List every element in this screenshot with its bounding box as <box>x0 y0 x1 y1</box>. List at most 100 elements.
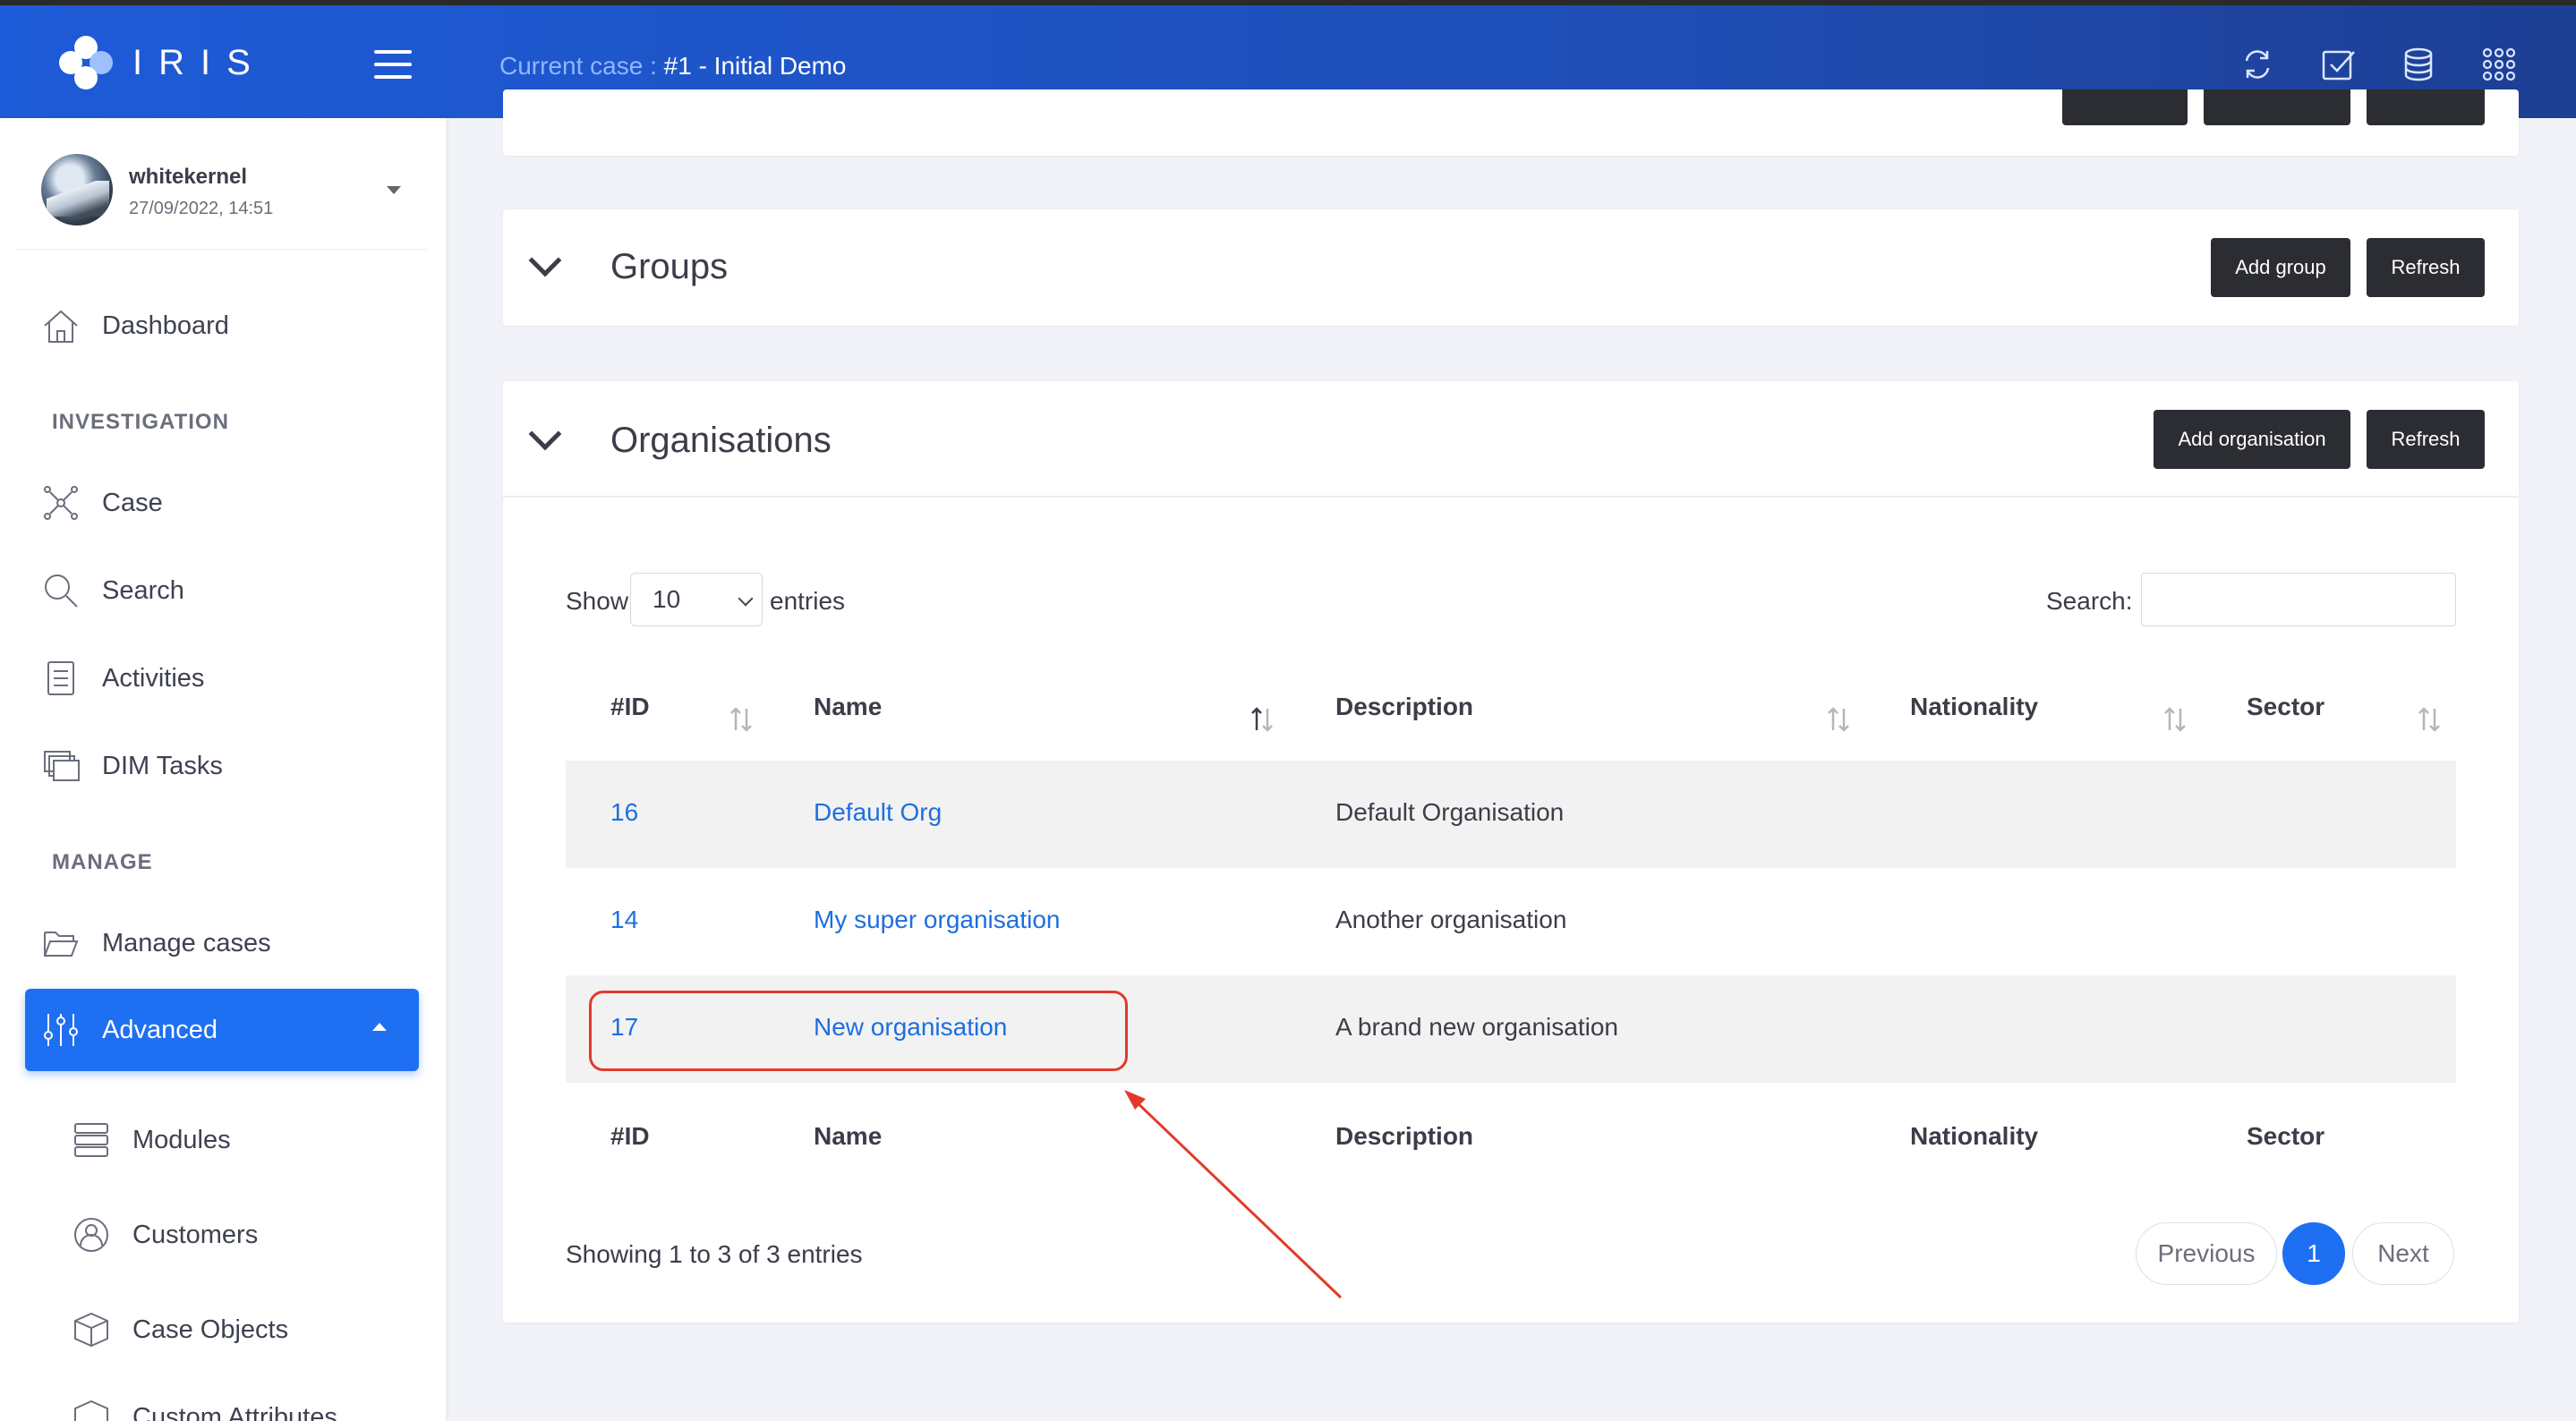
collapse-chevron-icon[interactable] <box>528 243 562 277</box>
column-footer-name: Name <box>814 1122 883 1150</box>
previous-card-button[interactable] <box>2204 89 2350 125</box>
box-icon <box>74 1312 108 1348</box>
refresh-organisations-button[interactable]: Refresh <box>2367 410 2485 469</box>
tags-icon <box>74 1400 108 1421</box>
highlight-annotation-box <box>589 991 1128 1071</box>
column-header-nationality[interactable]: Nationality <box>1910 693 2038 721</box>
organisations-card: Organisations Add organisation Refresh S… <box>503 381 2519 1323</box>
sidebar-item-custom-attributes[interactable]: Custom Attributes <box>25 1380 419 1421</box>
user-profile[interactable]: whitekernel 27/09/2022, 14:51 <box>41 154 426 231</box>
sidebar-item-label: Dashboard <box>102 311 229 340</box>
previous-card-button[interactable] <box>2367 89 2485 125</box>
current-case-label: Current case : <box>499 52 664 80</box>
column-footer-id: #ID <box>610 1122 650 1150</box>
sidebar-item-label: Manage cases <box>102 928 271 957</box>
chevron-down-icon <box>738 591 754 607</box>
logo-hexagon-icon <box>59 36 113 89</box>
database-icon[interactable] <box>2401 47 2436 82</box>
groups-title: Groups <box>610 247 729 286</box>
user-date: 27/09/2022, 14:51 <box>129 199 274 218</box>
column-footer-nationality: Nationality <box>1910 1122 2039 1150</box>
sidebar-item-label: Search <box>102 575 184 605</box>
column-header-sector[interactable]: Sector <box>2247 693 2324 721</box>
column-header-id[interactable]: #ID <box>610 693 650 721</box>
sidebar-item-label: Advanced <box>102 1015 218 1044</box>
column-header-description[interactable]: Description <box>1335 693 1473 721</box>
logo-text: IRIS <box>132 42 267 82</box>
page-size-value: 10 <box>653 585 681 613</box>
sliders-icon <box>44 1014 78 1046</box>
sidebar-item-customers[interactable]: Customers <box>25 1197 419 1272</box>
org-description: Default Organisation <box>1335 798 1565 826</box>
sidebar-item-search[interactable]: Search <box>25 553 419 628</box>
folder-open-icon <box>44 932 79 957</box>
org-name-link[interactable]: My super organisation <box>814 906 1060 934</box>
chevron-up-icon <box>372 1023 387 1031</box>
org-name-link[interactable]: Default Org <box>814 798 942 827</box>
chevron-down-icon[interactable] <box>387 186 401 194</box>
menu-toggle-icon[interactable] <box>374 50 412 79</box>
sidebar-item-label: Activities <box>102 663 205 693</box>
divider <box>503 496 2519 498</box>
table-info: Showing 1 to 3 of 3 entries <box>566 1240 863 1268</box>
sort-ascending-icon[interactable] <box>1250 705 1275 734</box>
sort-icon[interactable] <box>729 705 754 734</box>
tasks-check-icon[interactable] <box>2320 47 2356 82</box>
entries-label: entries <box>770 587 846 615</box>
column-footer-sector: Sector <box>2247 1122 2325 1150</box>
next-page-button[interactable]: Next <box>2352 1222 2454 1285</box>
iris-logo[interactable]: IRIS <box>59 36 267 89</box>
user-name: whitekernel <box>129 165 248 189</box>
sidebar-item-activities[interactable]: Activities <box>25 641 419 716</box>
current-case-value: #1 - Initial Demo <box>663 52 847 80</box>
search-label: Search: <box>2046 587 2133 615</box>
org-description: Another organisation <box>1335 906 1567 933</box>
previous-page-button[interactable]: Previous <box>2136 1222 2277 1285</box>
section-investigation: INVESTIGATION <box>52 410 229 434</box>
sort-icon[interactable] <box>1826 705 1851 734</box>
avatar <box>41 154 113 225</box>
org-description: A brand new organisation <box>1335 1013 1618 1041</box>
sidebar-item-dashboard[interactable]: Dashboard <box>25 288 419 363</box>
search-input[interactable] <box>2141 573 2456 626</box>
sidebar: whitekernel 27/09/2022, 14:51 Dashboard … <box>0 118 446 1421</box>
table-row[interactable]: 14 My super organisation Another organis… <box>566 868 2456 975</box>
previous-card-button[interactable] <box>2062 89 2188 125</box>
stacked-windows-icon <box>44 751 80 781</box>
sidebar-item-modules[interactable]: Modules <box>25 1102 419 1178</box>
table-row[interactable]: 16 Default Org Default Organisation <box>566 761 2456 868</box>
sidebar-item-label: Custom Attributes <box>132 1402 337 1421</box>
column-header-name[interactable]: Name <box>814 693 882 721</box>
sidebar-item-manage-cases[interactable]: Manage cases <box>25 906 419 981</box>
show-label: Show <box>566 587 629 615</box>
org-id-link[interactable]: 14 <box>610 906 638 934</box>
groups-card: Groups Add group Refresh <box>503 209 2519 326</box>
sidebar-item-label: Customers <box>132 1220 259 1249</box>
organisations-title: Organisations <box>610 421 832 460</box>
search-icon <box>45 574 78 608</box>
sidebar-item-case-objects[interactable]: Case Objects <box>25 1292 419 1367</box>
server-icon <box>74 1123 108 1157</box>
sort-icon[interactable] <box>2162 705 2188 734</box>
page-size-select[interactable]: 10 <box>630 573 763 626</box>
sort-icon[interactable] <box>2417 705 2442 734</box>
collapse-chevron-icon[interactable] <box>528 417 562 451</box>
apps-grid-icon[interactable] <box>2481 47 2517 82</box>
divider <box>16 249 428 250</box>
sidebar-item-label: Modules <box>132 1125 231 1154</box>
org-id-link[interactable]: 16 <box>610 798 638 827</box>
add-group-button[interactable]: Add group <box>2211 238 2350 297</box>
sidebar-item-label: Case <box>102 488 163 517</box>
sidebar-item-dim-tasks[interactable]: DIM Tasks <box>25 728 419 804</box>
sidebar-item-advanced[interactable]: Advanced <box>25 989 419 1071</box>
column-footer-description: Description <box>1335 1122 1474 1150</box>
sidebar-item-case[interactable]: Case <box>25 465 419 540</box>
current-case[interactable]: Current case : #1 - Initial Demo <box>499 52 847 81</box>
section-manage: MANAGE <box>52 850 153 874</box>
add-organisation-button[interactable]: Add organisation <box>2154 410 2350 469</box>
clipboard-list-icon <box>47 661 74 695</box>
refresh-icon[interactable] <box>2239 47 2275 82</box>
page-1-button[interactable]: 1 <box>2282 1222 2345 1285</box>
refresh-groups-button[interactable]: Refresh <box>2367 238 2485 297</box>
home-icon <box>44 310 78 343</box>
